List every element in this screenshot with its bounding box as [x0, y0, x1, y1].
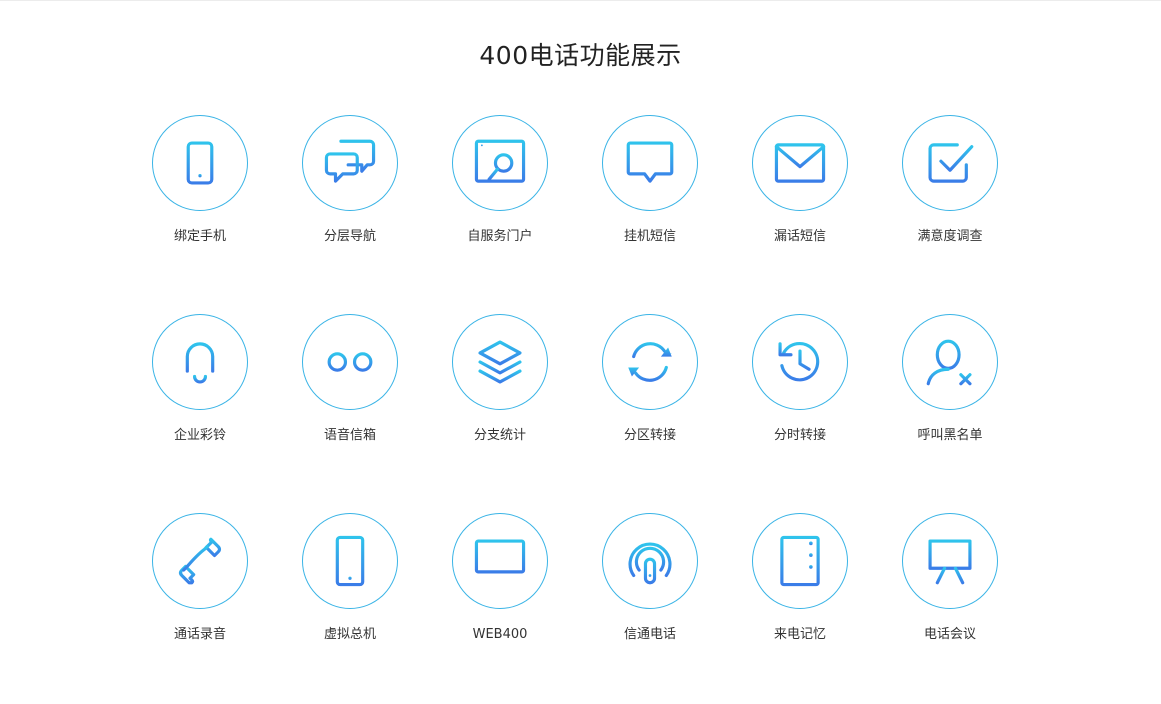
feature-circle — [602, 314, 698, 410]
checkbox-icon — [928, 143, 974, 183]
feature-label: 电话会议 — [923, 627, 976, 642]
feature-bind-mobile[interactable]: 绑定手机 — [125, 115, 275, 245]
web-search-icon — [474, 139, 526, 183]
feature-circle — [602, 115, 698, 211]
feature-xintong-phone[interactable]: 信通电话 — [575, 513, 725, 643]
feature-self-service-portal[interactable]: 自服务门户 — [425, 115, 575, 245]
feature-circle — [902, 115, 998, 211]
feature-circle — [902, 513, 998, 609]
feature-virtual-switchboard[interactable]: 虚拟总机 — [275, 513, 425, 643]
feature-circle — [902, 314, 998, 410]
feature-circle — [452, 513, 548, 609]
feature-label: 分层导航 — [323, 229, 376, 244]
feature-label: 信通电话 — [623, 627, 676, 642]
bell-icon — [178, 336, 222, 384]
signal-icon — [628, 542, 672, 585]
feature-label: 挂机短信 — [623, 229, 676, 244]
feature-time-transfer[interactable]: 分时转接 — [725, 314, 875, 444]
layers-icon — [478, 340, 522, 384]
feature-caller-memory[interactable]: 来电记忆 — [725, 513, 875, 643]
feature-label: 绑定手机 — [173, 229, 226, 244]
feature-grid: 绑定手机 分层导航 自服务门户 挂机短信 漏话短信 满意度调查 企业彩铃 语音信… — [0, 0, 1161, 704]
presentation-chart-icon — [924, 539, 976, 585]
feature-label: 呼叫黑名单 — [917, 428, 983, 443]
feature-label: 漏话短信 — [773, 229, 826, 244]
feature-call-blacklist[interactable]: 呼叫黑名单 — [875, 314, 1025, 444]
feature-satisfaction-survey[interactable]: 满意度调查 — [875, 115, 1025, 245]
feature-label: 虚拟总机 — [323, 627, 376, 642]
feature-call-recording[interactable]: 通话录音 — [125, 513, 275, 643]
feature-circle — [452, 115, 548, 211]
envelope-icon — [774, 143, 826, 183]
feature-label: 分支统计 — [473, 428, 526, 443]
feature-circle — [752, 513, 848, 609]
feature-circle — [152, 513, 248, 609]
feature-missed-call-sms[interactable]: 漏话短信 — [725, 115, 875, 245]
feature-label: 分时转接 — [773, 428, 826, 443]
feature-layered-navigation[interactable]: 分层导航 — [275, 115, 425, 245]
feature-label: 通话录音 — [173, 627, 226, 642]
feature-circle — [752, 115, 848, 211]
feature-circle — [452, 314, 548, 410]
feature-web400[interactable]: WEB400 — [425, 513, 575, 643]
phone-handset-icon — [178, 537, 222, 585]
feature-label: 满意度调查 — [917, 229, 983, 244]
feature-circle — [152, 115, 248, 211]
message-icon — [626, 141, 674, 183]
feature-label: 语音信箱 — [323, 428, 376, 443]
feature-zone-transfer[interactable]: 分区转接 — [575, 314, 725, 444]
feature-label: 分区转接 — [623, 428, 676, 443]
feature-circle — [302, 115, 398, 211]
feature-label: WEB400 — [472, 627, 528, 642]
feature-circle — [152, 314, 248, 410]
feature-circle — [302, 314, 398, 410]
feature-circle — [302, 513, 398, 609]
feature-ring-back-tone[interactable]: 企业彩铃 — [125, 314, 275, 444]
voicemail-icon — [327, 352, 373, 372]
feature-label: 企业彩铃 — [173, 428, 226, 443]
feature-conference-call[interactable]: 电话会议 — [875, 513, 1025, 643]
feature-branch-statistics[interactable]: 分支统计 — [425, 314, 575, 444]
feature-label: 来电记忆 — [773, 627, 826, 642]
feature-circle — [602, 513, 698, 609]
feature-voicemail[interactable]: 语音信箱 — [275, 314, 425, 444]
chat-bubbles-icon — [324, 139, 376, 183]
refresh-icon — [628, 342, 672, 382]
cellphone-icon — [335, 535, 365, 587]
server-icon — [780, 535, 820, 587]
feature-circle — [752, 314, 848, 410]
mobile-phone-icon — [186, 141, 214, 185]
monitor-icon — [474, 539, 526, 583]
history-clock-icon — [778, 342, 820, 382]
user-blocked-icon — [926, 339, 972, 386]
feature-hangup-sms[interactable]: 挂机短信 — [575, 115, 725, 245]
feature-label: 自服务门户 — [467, 229, 533, 244]
